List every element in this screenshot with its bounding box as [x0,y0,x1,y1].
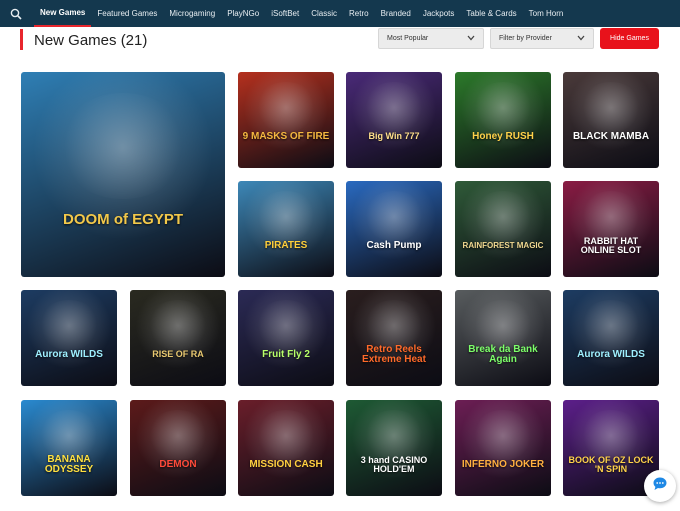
nav-item-isoftbet[interactable]: iSoftBet [265,0,305,27]
game-artwork [363,299,425,350]
page-title: New Games (21) [34,32,148,49]
game-tile[interactable]: BANANA ODYSSEY [21,400,117,496]
nav-item-table-cards[interactable]: Table & Cards [460,0,522,27]
game-artwork [363,81,425,132]
game-artwork [472,81,534,132]
search-icon[interactable] [4,0,28,27]
nav-item-new-games[interactable]: New Games [34,0,92,27]
game-tile[interactable]: RISE OF RA [130,290,226,386]
game-title: DOOM of EGYPT [63,210,183,228]
game-title: RAINFOREST MAGIC [462,240,544,250]
game-artwork [580,190,642,241]
game-title: Retro Reels Extreme Heat [362,343,426,365]
game-tile[interactable]: MISSION CASH [238,400,334,496]
title-accent-bar [20,29,23,50]
chevron-down-icon [577,35,585,43]
game-artwork [255,190,317,241]
game-tile[interactable]: DEMON [130,400,226,496]
game-tile[interactable]: Fruit Fly 2 [238,290,334,386]
chat-icon [652,476,668,497]
sort-select[interactable]: Most Popular [378,28,484,49]
game-artwork [363,190,425,241]
nav-item-jackpots[interactable]: Jackpots [417,0,461,27]
game-tile[interactable]: Aurora WILDS [563,290,659,386]
game-title: PIRATES [264,239,308,251]
game-artwork [580,299,642,350]
game-artwork [38,299,100,350]
provider-filter-label: Filter by Provider [499,35,552,42]
game-tile[interactable]: 9 MASKS OF FIRE [238,72,334,168]
game-tile[interactable]: Cash Pump [346,181,442,277]
game-title: Aurora WILDS [35,348,103,360]
provider-filter-select[interactable]: Filter by Provider [490,28,594,49]
game-title: BOOK OF OZ LOCK 'N SPIN [568,454,654,474]
game-title: Big Win 777 [368,131,420,142]
game-artwork [472,190,534,241]
game-title: Honey RUSH [472,130,534,142]
game-artwork [57,92,189,200]
nav-item-retro[interactable]: Retro [343,0,375,27]
game-title: 3 hand CASINO HOLD'EM [360,454,428,474]
game-artwork [580,81,642,132]
game-title: BLACK MAMBA [572,130,650,142]
nav-item-playngo[interactable]: PlayNGo [221,0,265,27]
game-title: Cash Pump [366,239,422,251]
game-tile[interactable]: Retro Reels Extreme Heat [346,290,442,386]
game-title: Aurora WILDS [577,348,645,360]
game-tile[interactable]: INFERNO JOKER [455,400,551,496]
game-title: BANANA ODYSSEY [44,453,94,475]
nav-item-microgaming[interactable]: Microgaming [163,0,221,27]
game-title: 9 MASKS OF FIRE [242,130,330,142]
chat-button[interactable] [644,470,676,502]
game-tile[interactable]: 3 hand CASINO HOLD'EM [346,400,442,496]
game-title: DEMON [159,458,197,470]
game-artwork [147,299,209,350]
game-tile[interactable]: Aurora WILDS [21,290,117,386]
top-nav: New Games Featured Games Microgaming Pla… [0,0,680,27]
sort-select-label: Most Popular [387,35,429,42]
game-tile[interactable]: DOOM of EGYPT [21,72,225,277]
nav-item-classic[interactable]: Classic [305,0,343,27]
game-artwork [38,409,100,460]
nav-item-branded[interactable]: Branded [375,0,417,27]
game-artwork [472,409,534,460]
game-artwork [580,409,642,460]
game-title: Fruit Fly 2 [262,348,310,360]
nav-item-featured-games[interactable]: Featured Games [91,0,163,27]
game-artwork [255,409,317,460]
game-title: INFERNO JOKER [461,458,545,470]
game-artwork [255,299,317,350]
nav-item-tom-horn[interactable]: Tom Horn [523,0,570,27]
game-tile[interactable]: Honey RUSH [455,72,551,168]
chevron-down-icon [467,35,475,43]
game-tile[interactable]: Break da Bank Again [455,290,551,386]
game-tile[interactable]: Big Win 777 [346,72,442,168]
game-title: Break da Bank Again [468,343,538,365]
game-tile[interactable]: BLACK MAMBA [563,72,659,168]
game-tile[interactable]: RAINFOREST MAGIC [455,181,551,277]
game-title: RABBIT HAT ONLINE SLOT [580,235,642,255]
game-tile[interactable]: RABBIT HAT ONLINE SLOT [563,181,659,277]
game-artwork [147,409,209,460]
game-title: MISSION CASH [249,458,323,470]
game-tile[interactable]: PIRATES [238,181,334,277]
game-title: RISE OF RA [152,349,204,360]
game-artwork [472,299,534,350]
hide-games-button[interactable]: Hide Games [600,28,659,49]
game-artwork [255,81,317,132]
game-artwork [363,409,425,460]
